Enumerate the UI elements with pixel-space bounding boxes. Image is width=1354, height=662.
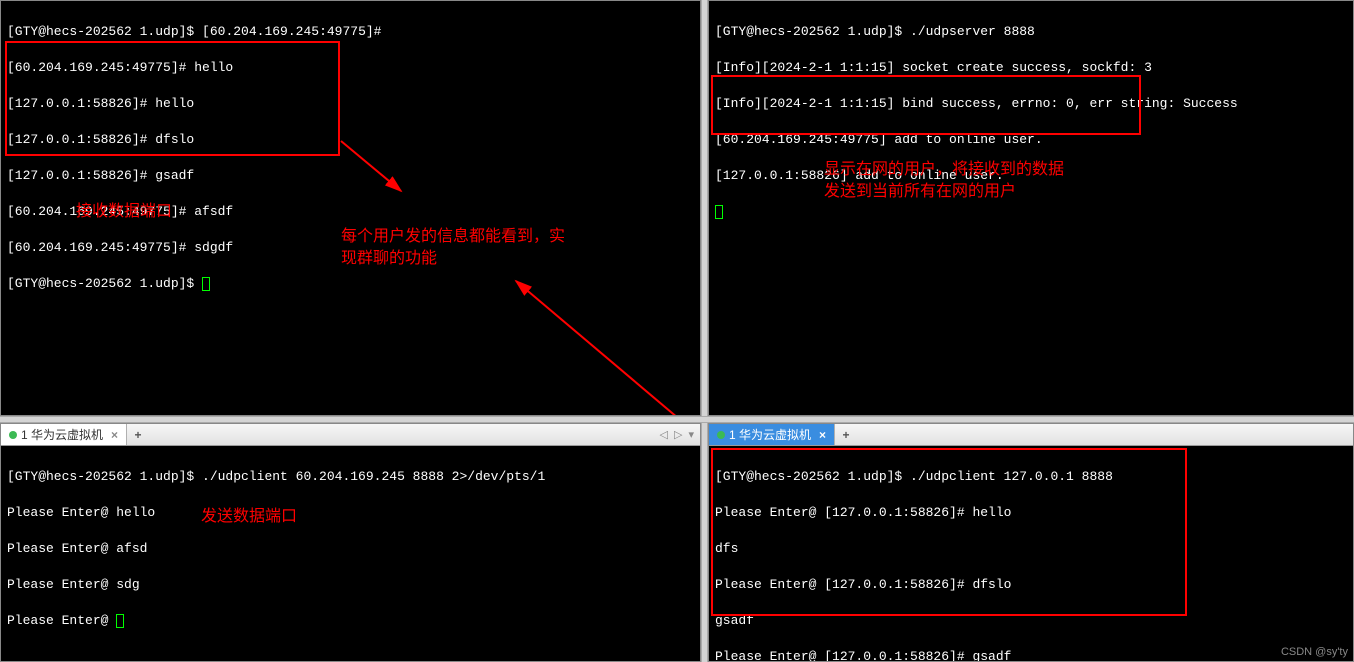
output-line: Please Enter@ afsd	[7, 540, 694, 558]
cmd-text: [60.204.169.245:49775]#	[202, 24, 381, 39]
vertical-splitter[interactable]	[701, 423, 708, 662]
output-line: [60.204.169.245:49775]# hello	[7, 59, 694, 77]
output-line: [60.204.169.245:49775]# sdgdf	[7, 239, 694, 257]
tab-label: 1 华为云虚拟机	[729, 426, 811, 443]
output-line: Please Enter@ sdg	[7, 576, 694, 594]
prompt: [GTY@hecs-202562 1.udp]$	[7, 276, 202, 291]
output-line: Please Enter@ hello	[7, 504, 694, 522]
output-line: Please Enter@	[7, 613, 116, 628]
pane-top-right[interactable]: [GTY@hecs-202562 1.udp]$ ./udpserver 888…	[708, 0, 1354, 416]
output-line: dfs	[715, 540, 1347, 558]
watermark: CSDN @sy'ty	[1281, 646, 1348, 658]
tab-label: 1 华为云虚拟机	[21, 426, 103, 443]
next-tab-icon[interactable]: ▷	[674, 428, 682, 441]
output-line: [60.204.169.245:49775]# afsdf	[7, 203, 694, 221]
add-tab-button[interactable]: +	[127, 428, 149, 442]
prev-tab-icon[interactable]: ◁	[660, 428, 668, 441]
output-line: [127.0.0.1:58826] add to online user.	[715, 167, 1347, 185]
output-line: [127.0.0.1:58826]# hello	[7, 95, 694, 113]
tab-bar: 1 华为云虚拟机 × +	[709, 424, 1353, 446]
tab-vm[interactable]: 1 华为云虚拟机 ×	[1, 424, 127, 445]
tab-menu-icon[interactable]: ▾	[688, 428, 694, 441]
terminal-bottom-left[interactable]: [GTY@hecs-202562 1.udp]$ ./udpclient 60.…	[1, 446, 700, 662]
output-line: [Info][2024-2-1 1:1:15] bind success, er…	[715, 95, 1347, 113]
output-line: gsadf	[715, 612, 1347, 630]
output-line: Please Enter@ [127.0.0.1:58826]# dfslo	[715, 576, 1347, 594]
terminal-bottom-right[interactable]: [GTY@hecs-202562 1.udp]$ ./udpclient 127…	[709, 446, 1353, 662]
horizontal-splitter[interactable]	[0, 416, 1354, 423]
cursor-icon	[116, 614, 124, 628]
tab-vm[interactable]: 1 华为云虚拟机 ×	[709, 424, 835, 445]
output-line: [GTY@hecs-202562 1.udp]$ ./udpserver 888…	[715, 23, 1347, 41]
pane-bottom-left[interactable]: 1 华为云虚拟机 × + ◁ ▷ ▾ [GTY@hecs-202562 1.ud…	[0, 423, 701, 662]
four-pane-layout: [GTY@hecs-202562 1.udp]$ [60.204.169.245…	[0, 0, 1354, 662]
output-line: Please Enter@ [127.0.0.1:58826]# gsadf	[715, 648, 1347, 662]
output-line: [127.0.0.1:58826]# dfslo	[7, 131, 694, 149]
cursor-icon	[715, 205, 723, 219]
add-tab-button[interactable]: +	[835, 428, 857, 442]
terminal-top-left[interactable]: [GTY@hecs-202562 1.udp]$ [60.204.169.245…	[1, 1, 700, 333]
output-line: [Info][2024-2-1 1:1:15] socket create su…	[715, 59, 1347, 77]
tab-bar: 1 华为云虚拟机 × + ◁ ▷ ▾	[1, 424, 700, 446]
output-line: [GTY@hecs-202562 1.udp]$ ./udpclient 127…	[715, 468, 1347, 486]
pane-top-left[interactable]: [GTY@hecs-202562 1.udp]$ [60.204.169.245…	[0, 0, 701, 416]
terminal-top-right[interactable]: [GTY@hecs-202562 1.udp]$ ./udpserver 888…	[709, 1, 1353, 261]
output-line: [60.204.169.245:49775] add to online use…	[715, 131, 1347, 149]
status-dot-icon	[717, 431, 725, 439]
close-icon[interactable]: ×	[111, 428, 118, 442]
output-line: [GTY@hecs-202562 1.udp]$ ./udpclient 60.…	[7, 468, 694, 486]
close-icon[interactable]: ×	[819, 428, 826, 442]
vertical-splitter[interactable]	[701, 0, 708, 416]
status-dot-icon	[9, 431, 17, 439]
cursor-icon	[202, 277, 210, 291]
prompt: [GTY@hecs-202562 1.udp]$	[7, 24, 202, 39]
pane-bottom-right[interactable]: 1 华为云虚拟机 × + [GTY@hecs-202562 1.udp]$ ./…	[708, 423, 1354, 662]
output-line: Please Enter@ [127.0.0.1:58826]# hello	[715, 504, 1347, 522]
output-line: [127.0.0.1:58826]# gsadf	[7, 167, 694, 185]
